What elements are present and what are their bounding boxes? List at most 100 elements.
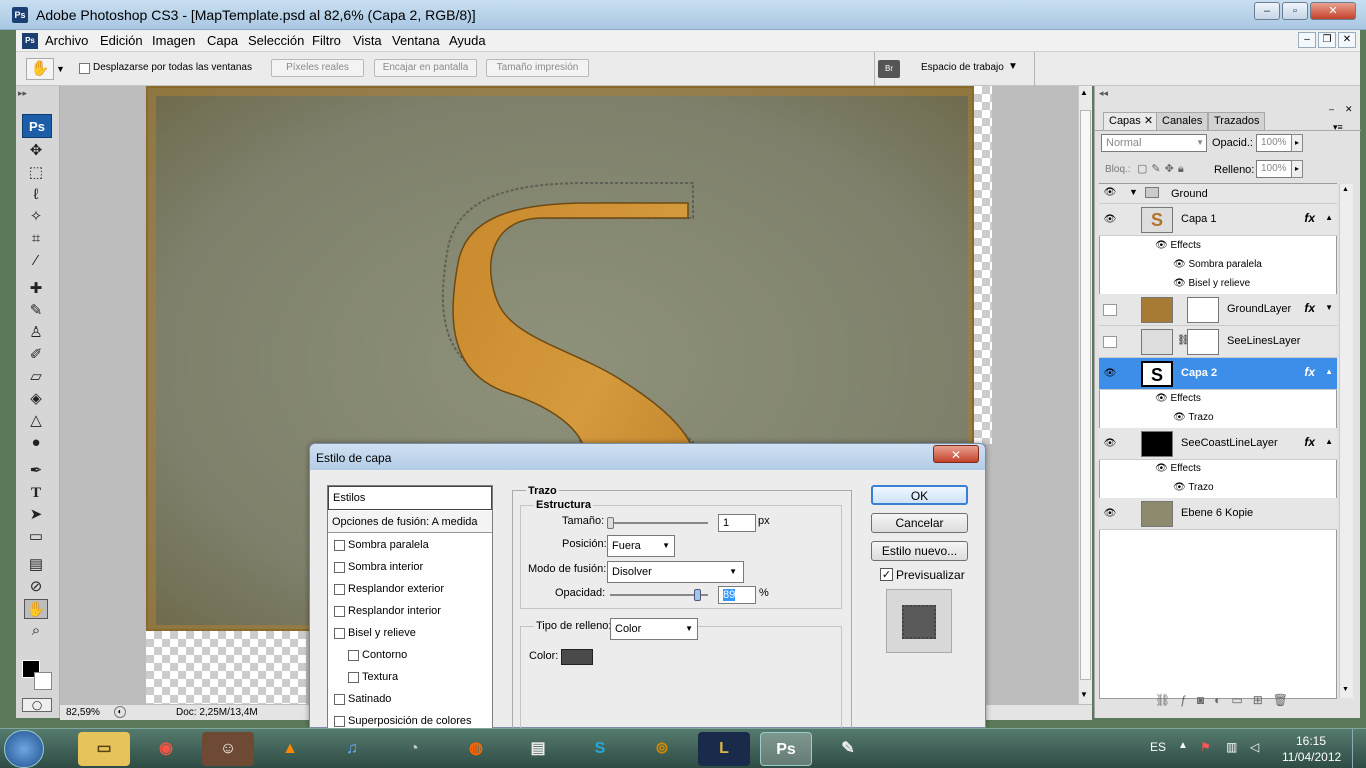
layer-capa1[interactable]: 👁︎ S Capa 1 fx ▲ <box>1099 204 1337 236</box>
fill-type-select[interactable]: Color ▼ <box>610 618 698 640</box>
checkbox[interactable] <box>334 694 345 705</box>
scroll-all-checkbox[interactable] <box>79 63 90 74</box>
eyedropper-tool-icon[interactable]: ⊘ <box>24 577 48 597</box>
photoshop-taskbar-icon[interactable]: Ps <box>760 732 812 766</box>
panel-menu-icon[interactable]: ▾≡ <box>1333 122 1343 133</box>
eye-icon[interactable]: 👁︎ <box>1173 278 1186 289</box>
menu-imagen[interactable]: Imagen <box>152 33 195 48</box>
dialog-close-button[interactable]: ✕ <box>933 445 979 463</box>
panel-close-icon[interactable]: ✕ <box>1345 104 1353 115</box>
blend-mode-select[interactable]: Disolver ▼ <box>607 561 744 583</box>
layer-seelines[interactable]: ⛓︎ SeeLinesLayer <box>1099 326 1337 358</box>
blend-mode-select[interactable]: Normal ▼ <box>1101 134 1207 152</box>
opacity-field[interactable]: 100% <box>1256 134 1292 152</box>
cancel-button[interactable]: Cancelar <box>871 513 968 533</box>
checkbox[interactable] <box>334 540 345 551</box>
checkbox[interactable] <box>334 584 345 595</box>
effects-row[interactable]: 👁︎ Effects <box>1155 389 1201 408</box>
eye-icon[interactable]: 👁︎ <box>1103 187 1117 199</box>
tab-channels[interactable]: Canales <box>1156 112 1209 130</box>
quick-mask-icon[interactable]: ◯ <box>22 698 52 712</box>
action-center-icon[interactable]: ⚑ <box>1200 740 1211 754</box>
bridge-icon[interactable]: Br <box>878 60 900 78</box>
eraser-tool-icon[interactable]: ▱ <box>24 367 48 387</box>
doc-restore-button[interactable]: ❐ <box>1318 32 1336 48</box>
preset-dropdown-arrow-icon[interactable]: ▼ <box>56 64 65 74</box>
menu-capa[interactable]: Capa <box>207 33 238 48</box>
scroll-up-icon[interactable]: ▲ <box>1080 88 1088 97</box>
eye-icon[interactable]: 👁︎ <box>1173 482 1186 493</box>
background-color-swatch[interactable] <box>34 672 52 690</box>
paint-icon[interactable]: ✎ <box>822 732 874 766</box>
itunes-icon[interactable]: ♫ <box>326 732 378 766</box>
fill-field[interactable]: 100% <box>1256 160 1292 178</box>
eye-icon[interactable]: 👁︎ <box>1155 463 1168 474</box>
checkbox[interactable] <box>334 628 345 639</box>
layer-actions-icons[interactable]: ⛓︎ƒ◙◐▭⊞🗑︎ <box>1155 693 1298 707</box>
preview-checkbox[interactable]: ✓ <box>880 568 893 581</box>
ps-logo-icon[interactable]: Ps <box>22 114 52 138</box>
chevron-up-icon[interactable]: ▲ <box>1325 367 1333 376</box>
size-slider-track[interactable] <box>610 522 708 524</box>
zoom-level[interactable]: 82,59% <box>66 707 100 718</box>
fx-icon[interactable]: fx <box>1304 365 1315 379</box>
pen-tool-icon[interactable]: ✒ <box>24 461 48 481</box>
fill-arrow-icon[interactable]: ▸ <box>1291 160 1303 178</box>
magic-wand-icon[interactable]: ✧ <box>24 207 48 227</box>
zoom-tool-icon[interactable]: ⌕ <box>24 621 48 641</box>
styles-item[interactable]: Estilos <box>328 486 492 510</box>
checkbox[interactable] <box>334 606 345 617</box>
checkbox[interactable] <box>334 562 345 573</box>
game-launcher-icon[interactable]: ⊚ <box>636 732 688 766</box>
style-drop-shadow[interactable]: Sombra paralela <box>328 534 492 556</box>
chevron-up-icon[interactable]: ▲ <box>1325 213 1333 222</box>
vertical-scrollbar[interactable]: ▲ ▼ <box>1078 86 1092 704</box>
fx-icon[interactable]: fx <box>1304 435 1315 449</box>
layer-capa2[interactable]: 👁︎ S Capa 2 fx ▲ <box>1099 358 1337 390</box>
document-icon[interactable]: Ps <box>22 33 38 49</box>
type-tool-icon[interactable]: T <box>24 483 48 503</box>
audio-icon[interactable]: ◔ <box>388 732 440 766</box>
crop-tool-icon[interactable]: ⌗ <box>24 229 48 249</box>
fx-icon[interactable]: fx <box>1304 301 1315 315</box>
close-window-button[interactable]: ✕ <box>1310 2 1356 20</box>
opacity-slider-thumb[interactable] <box>694 589 701 601</box>
stroke-color-swatch[interactable] <box>561 649 593 665</box>
blur-tool-icon[interactable]: △ <box>24 411 48 431</box>
clock-time[interactable]: 16:15 <box>1296 734 1326 748</box>
opacity-arrow-icon[interactable]: ▸ <box>1291 134 1303 152</box>
position-select[interactable]: Fuera ▼ <box>607 535 675 557</box>
clone-stamp-icon[interactable]: ♙ <box>24 323 48 343</box>
league-icon[interactable]: L <box>698 732 750 766</box>
panel-minimize-icon[interactable]: – <box>1329 104 1334 114</box>
tab-paths[interactable]: Trazados <box>1208 112 1266 130</box>
menu-archivo[interactable]: Archivo <box>45 33 88 48</box>
scroll-up-icon[interactable]: ▲ <box>1342 186 1349 193</box>
path-selection-icon[interactable]: ➤ <box>24 505 48 525</box>
checkbox[interactable] <box>348 672 359 683</box>
brush-tool-icon[interactable]: ✎ <box>24 301 48 321</box>
paint-bucket-icon[interactable]: ◈ <box>24 389 48 409</box>
menu-ayuda[interactable]: Ayuda <box>449 33 486 48</box>
effect-drop-shadow[interactable]: 👁︎ Sombra paralela <box>1173 255 1262 274</box>
workspace-menu[interactable]: Espacio de trabajo <box>921 62 1004 73</box>
chevron-down-icon[interactable]: ▼ <box>1325 303 1333 312</box>
fx-icon[interactable]: fx <box>1304 211 1315 225</box>
scroll-thumb[interactable] <box>1080 110 1091 680</box>
tab-layers[interactable]: Capas ✕ <box>1103 112 1160 130</box>
firefox-icon[interactable]: ◍ <box>450 732 502 766</box>
menu-seleccion[interactable]: Selección <box>248 33 304 48</box>
eye-icon[interactable]: 👁︎ <box>1103 214 1117 226</box>
explorer-icon[interactable]: ▭ <box>78 732 130 766</box>
menu-ventana[interactable]: Ventana <box>392 33 440 48</box>
eye-icon[interactable]: 👁︎ <box>1173 259 1186 270</box>
marquee-tool-icon[interactable]: ⬚ <box>24 163 48 183</box>
layer-seecoast[interactable]: 👁︎ SeeCoastLineLayer fx ▲ <box>1099 428 1337 460</box>
dodge-tool-icon[interactable]: ● <box>24 433 48 453</box>
checkbox[interactable] <box>334 716 345 727</box>
eye-icon[interactable]: 👁︎ <box>1103 508 1117 520</box>
history-brush-icon[interactable]: ✐ <box>24 345 48 365</box>
vlc-icon[interactable]: ▲ <box>264 732 316 766</box>
lasso-tool-icon[interactable]: ℓ <box>24 185 48 205</box>
layer-group-ground[interactable]: 👁︎ ▼ Ground <box>1099 184 1337 204</box>
